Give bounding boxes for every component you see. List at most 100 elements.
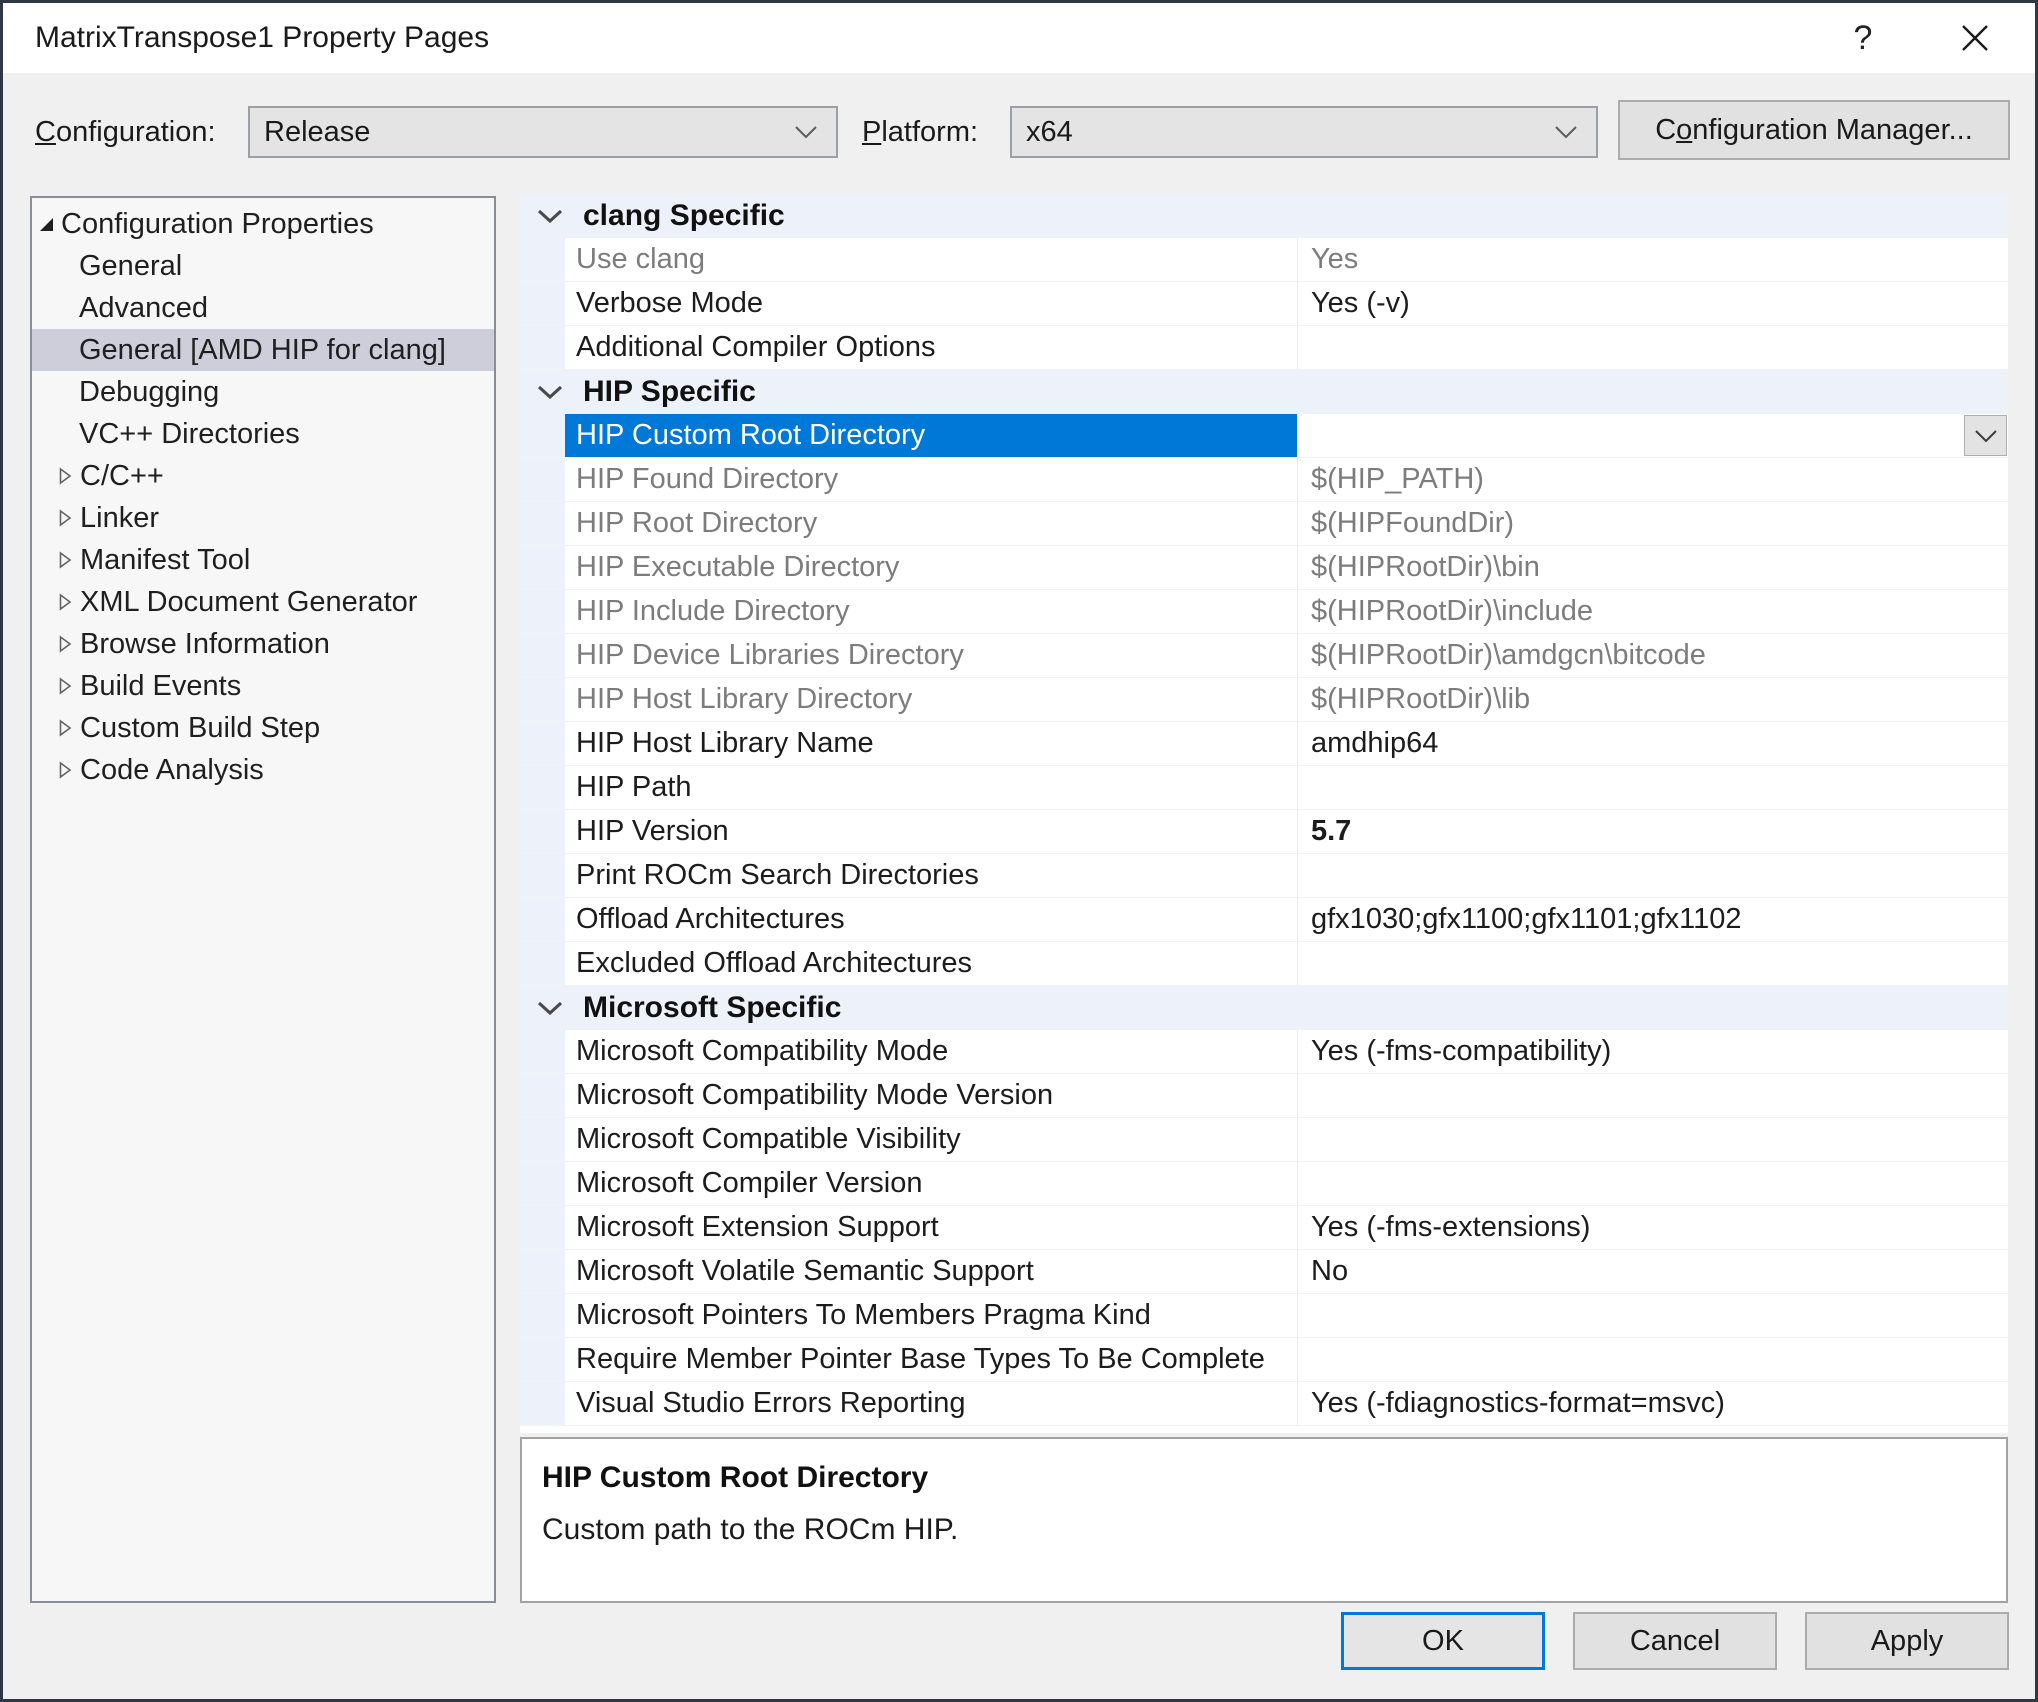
- tree-item-build-events[interactable]: Build Events: [32, 665, 494, 707]
- tree-collapsed-icon[interactable]: [58, 719, 73, 737]
- cancel-button[interactable]: Cancel: [1573, 1612, 1777, 1670]
- property-value: [1297, 942, 2008, 985]
- configuration-select[interactable]: Release: [248, 106, 838, 158]
- property-value: No: [1297, 1250, 2008, 1293]
- property-row-microsoft-compatibility-mode-version[interactable]: Microsoft Compatibility Mode Version: [520, 1074, 2008, 1118]
- property-row-hip-host-library-directory[interactable]: HIP Host Library Directory$(HIPRootDir)\…: [520, 678, 2008, 722]
- tree-item-debugging[interactable]: Debugging: [32, 371, 494, 413]
- property-value: [1297, 1294, 2008, 1337]
- tree-collapsed-icon[interactable]: [58, 761, 73, 779]
- property-value: $(HIP_PATH): [1297, 458, 2008, 501]
- property-value: Yes (-fms-compatibility): [1297, 1030, 2008, 1073]
- value-dropdown-button[interactable]: [1964, 415, 2007, 456]
- property-row-hip-version[interactable]: HIP Version5.7: [520, 810, 2008, 854]
- property-row-hip-root-directory[interactable]: HIP Root Directory$(HIPFoundDir): [520, 502, 2008, 546]
- tree-item-custom-build-step[interactable]: Custom Build Step: [32, 707, 494, 749]
- property-row-hip-found-directory[interactable]: HIP Found Directory$(HIP_PATH): [520, 458, 2008, 502]
- section-collapse-icon: [537, 384, 563, 400]
- property-row-microsoft-compatibility-mode[interactable]: Microsoft Compatibility ModeYes (-fms-co…: [520, 1030, 2008, 1074]
- property-row-verbose-mode[interactable]: Verbose ModeYes (-v): [520, 282, 2008, 326]
- tree-item-advanced[interactable]: Advanced: [32, 287, 494, 329]
- row-gutter: [520, 458, 565, 501]
- property-row-offload-architectures[interactable]: Offload Architecturesgfx1030;gfx1100;gfx…: [520, 898, 2008, 942]
- tree-item-manifest-tool[interactable]: Manifest Tool: [32, 539, 494, 581]
- property-row-microsoft-compatible-visibility[interactable]: Microsoft Compatible Visibility: [520, 1118, 2008, 1162]
- platform-selected-value: x64: [1012, 116, 1554, 149]
- property-row-hip-path[interactable]: HIP Path: [520, 766, 2008, 810]
- row-gutter: [520, 1030, 565, 1073]
- row-gutter: [520, 722, 565, 765]
- property-name: Print ROCm Search Directories: [565, 854, 1297, 897]
- tree-item-browse-information[interactable]: Browse Information: [32, 623, 494, 665]
- row-gutter: [520, 414, 565, 457]
- property-row-require-member-pointer-base-types-to-be-complete[interactable]: Require Member Pointer Base Types To Be …: [520, 1338, 2008, 1382]
- property-name: Require Member Pointer Base Types To Be …: [565, 1338, 1297, 1381]
- tree-collapsed-icon[interactable]: [58, 677, 73, 695]
- property-value: [1297, 1074, 2008, 1117]
- property-row-use-clang[interactable]: Use clangYes: [520, 238, 2008, 282]
- property-name: Visual Studio Errors Reporting: [565, 1382, 1297, 1425]
- tree-item-vc-directories[interactable]: VC++ Directories: [32, 413, 494, 455]
- property-row-visual-studio-errors-reporting[interactable]: Visual Studio Errors ReportingYes (-fdia…: [520, 1382, 2008, 1426]
- property-row-hip-host-library-name[interactable]: HIP Host Library Nameamdhip64: [520, 722, 2008, 766]
- tree-item-label: Configuration Properties: [61, 208, 374, 241]
- platform-select[interactable]: x64: [1010, 106, 1598, 158]
- property-name: HIP Version: [565, 810, 1297, 853]
- property-row-hip-executable-directory[interactable]: HIP Executable Directory$(HIPRootDir)\bi…: [520, 546, 2008, 590]
- tree-item-general-amd-hip-for-clang[interactable]: General [AMD HIP for clang]: [32, 329, 494, 371]
- property-name: HIP Host Library Name: [565, 722, 1297, 765]
- property-value: Yes (-fdiagnostics-format=msvc): [1297, 1382, 2008, 1425]
- property-value: [1297, 854, 2008, 897]
- property-row-hip-custom-root-directory[interactable]: HIP Custom Root Directory: [520, 414, 2008, 458]
- apply-button[interactable]: Apply: [1805, 1612, 2009, 1670]
- tree-item-label: Debugging: [79, 376, 219, 409]
- close-button[interactable]: [1943, 3, 2007, 73]
- tree-collapsed-icon[interactable]: [58, 593, 73, 611]
- tree-collapsed-icon[interactable]: [58, 509, 73, 527]
- tree-expanded-icon[interactable]: [40, 218, 53, 231]
- property-value: $(HIPRootDir)\include: [1297, 590, 2008, 633]
- tree-item-linker[interactable]: Linker: [32, 497, 494, 539]
- tree-item-configuration-properties[interactable]: Configuration Properties: [32, 203, 494, 245]
- property-row-additional-compiler-options[interactable]: Additional Compiler Options: [520, 326, 2008, 370]
- help-button[interactable]: ?: [1831, 3, 1895, 73]
- tree-item-c-c[interactable]: C/C++: [32, 455, 494, 497]
- configuration-manager-button[interactable]: Configuration Manager...: [1618, 100, 2010, 160]
- section-collapse-icon: [537, 208, 563, 224]
- grid-section-header-microsoft-specific[interactable]: Microsoft Specific: [520, 986, 2008, 1030]
- property-name: Microsoft Compatibility Mode: [565, 1030, 1297, 1073]
- tree-item-label: General [AMD HIP for clang]: [79, 334, 446, 367]
- tree-item-label: VC++ Directories: [79, 418, 300, 451]
- tree-collapsed-icon[interactable]: [58, 635, 73, 653]
- grid-section-title: Microsoft Specific: [583, 991, 841, 1025]
- grid-section-header-hip-specific[interactable]: HIP Specific: [520, 370, 2008, 414]
- row-gutter: [520, 1162, 565, 1205]
- tree-collapsed-icon[interactable]: [58, 551, 73, 569]
- property-value: Yes: [1297, 238, 2008, 281]
- property-row-excluded-offload-architectures[interactable]: Excluded Offload Architectures: [520, 942, 2008, 986]
- row-gutter: [520, 1294, 565, 1337]
- property-row-microsoft-extension-support[interactable]: Microsoft Extension SupportYes (-fms-ext…: [520, 1206, 2008, 1250]
- property-row-microsoft-pointers-to-members-pragma-kind[interactable]: Microsoft Pointers To Members Pragma Kin…: [520, 1294, 2008, 1338]
- property-row-microsoft-compiler-version[interactable]: Microsoft Compiler Version: [520, 1162, 2008, 1206]
- property-value[interactable]: [1297, 414, 2008, 457]
- row-gutter: [520, 326, 565, 369]
- property-row-microsoft-volatile-semantic-support[interactable]: Microsoft Volatile Semantic SupportNo: [520, 1250, 2008, 1294]
- grid-section-header-clang-specific[interactable]: clang Specific: [520, 194, 2008, 238]
- tree-collapsed-icon[interactable]: [58, 467, 73, 485]
- property-row-print-rocm-search-directories[interactable]: Print ROCm Search Directories: [520, 854, 2008, 898]
- property-value: [1297, 766, 2008, 809]
- tree-item-xml-document-generator[interactable]: XML Document Generator: [32, 581, 494, 623]
- property-row-hip-include-directory[interactable]: HIP Include Directory$(HIPRootDir)\inclu…: [520, 590, 2008, 634]
- property-description-text: Custom path to the ROCm HIP.: [542, 1513, 2006, 1547]
- property-row-hip-device-libraries-directory[interactable]: HIP Device Libraries Directory$(HIPRootD…: [520, 634, 2008, 678]
- property-value: $(HIPRootDir)\lib: [1297, 678, 2008, 721]
- row-gutter: [520, 1074, 565, 1117]
- tree-item-code-analysis[interactable]: Code Analysis: [32, 749, 494, 791]
- tree-item-general[interactable]: General: [32, 245, 494, 287]
- ok-button[interactable]: OK: [1341, 1612, 1545, 1670]
- property-name: HIP Device Libraries Directory: [565, 634, 1297, 677]
- dialog-titlebar: MatrixTranspose1 Property Pages ?: [3, 3, 2035, 73]
- row-gutter: [520, 1250, 565, 1293]
- tree-item-label: Browse Information: [80, 628, 330, 661]
